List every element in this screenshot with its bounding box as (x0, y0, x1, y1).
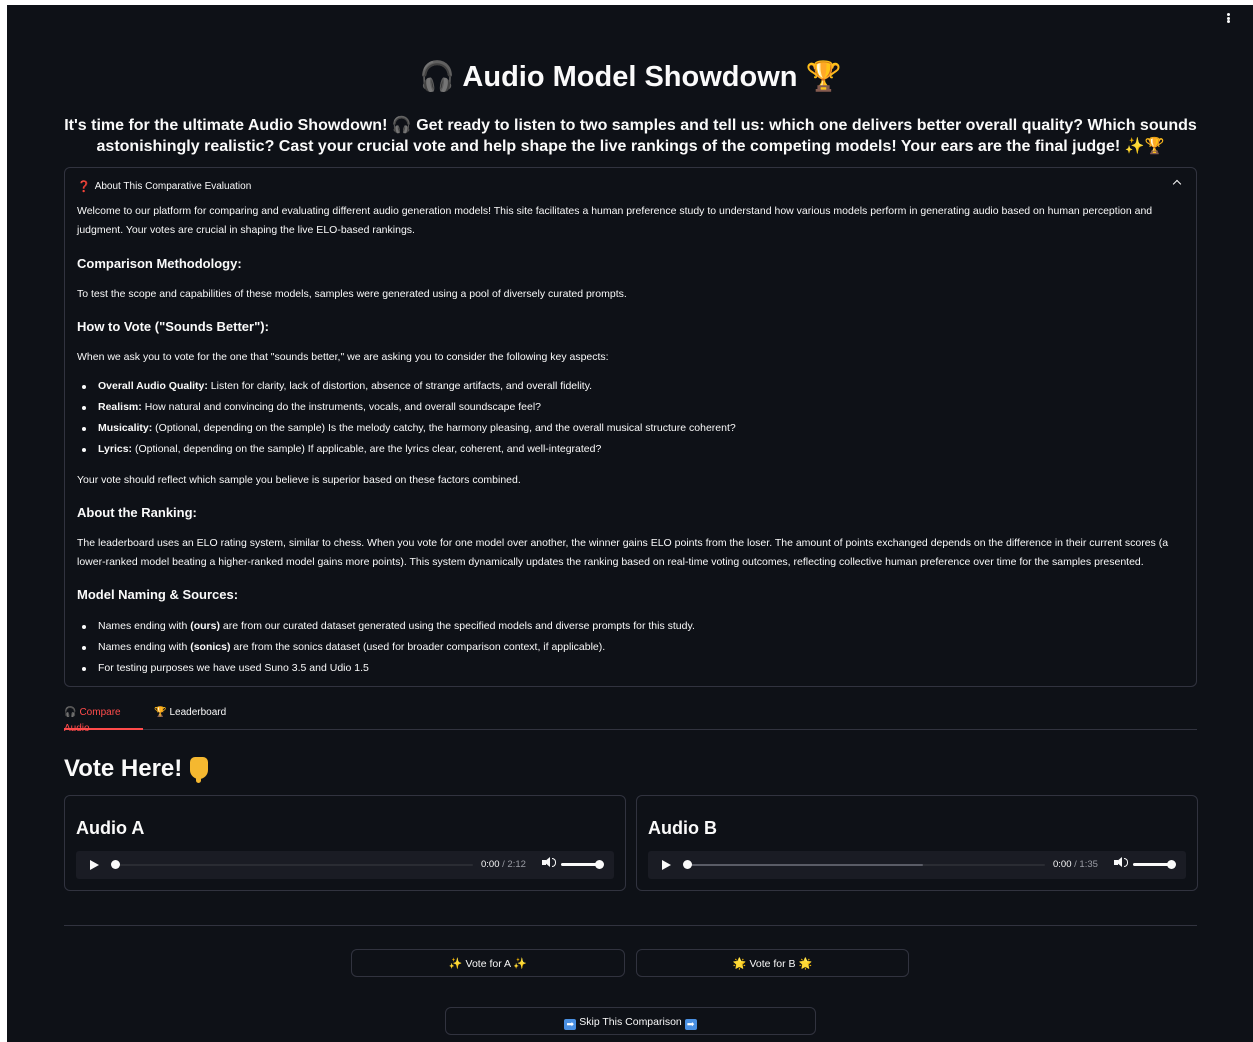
right-arrow-icon: ➡ (684, 1019, 697, 1030)
howto-text: When we ask you to vote for the one that… (77, 351, 609, 363)
naming-list: Names ending with (ours) are from our cu… (77, 616, 1187, 679)
play-icon[interactable] (662, 860, 671, 870)
audio-a-seek-handle[interactable] (111, 860, 120, 869)
tab-leaderboard[interactable]: 🏆 Leaderboard (154, 705, 226, 728)
vote-heading: Vote Here! (64, 753, 209, 785)
audio-b-time: 0:00 / 1:35 (1053, 859, 1098, 870)
methodology-text: To test the scope and capabilities of th… (77, 288, 627, 300)
list-item: Musicality: (Optional, depending on the … (77, 418, 1187, 439)
audio-b-player: 0:00 / 1:35 (648, 851, 1186, 879)
trophy-icon: 🏆 (805, 61, 842, 93)
glowing-star-icon: 🌟 (798, 958, 813, 970)
howto-heading: How to Vote ("Sounds Better"): (77, 319, 269, 334)
audio-a-title: Audio A (76, 818, 145, 838)
list-item: Lyrics: (Optional, depending on the samp… (77, 439, 1187, 460)
list-item: Realism: How natural and convincing do t… (77, 397, 1187, 418)
subtitle-line-2: astonishingly realistic? Cast your cruci… (96, 138, 1165, 155)
vote-reflect-text: Your vote should reflect which sample yo… (77, 474, 521, 486)
about-expander: ❓ About This Comparative Evaluation Welc… (64, 167, 1197, 687)
about-expander-label: About This Comparative Evaluation (94, 180, 252, 192)
tab-label: Leaderboard (169, 707, 227, 718)
play-icon[interactable] (90, 860, 99, 870)
headphones-icon: 🎧 (64, 707, 77, 718)
tab-bar: 🎧 Compare Audio 🏆 Leaderboard (64, 705, 1197, 734)
vote-a-button[interactable]: ✨ Vote for A ✨ (351, 949, 625, 977)
ranking-text: The leaderboard uses an ELO rating syste… (77, 537, 1169, 568)
audio-a-time: 0:00 / 2:12 (481, 859, 526, 870)
audio-b-card: Audio B 0:00 / 1:35 (636, 795, 1198, 891)
audio-a-volume-handle[interactable] (595, 860, 604, 869)
vote-b-label: Vote for B (749, 958, 796, 970)
page-subtitle: It's time for the ultimate Audio Showdow… (64, 115, 1197, 157)
trophy-icon: 🏆 (154, 707, 167, 718)
page-title-text: Audio Model Showdown (462, 61, 798, 93)
volume-icon[interactable] (542, 857, 556, 867)
vote-heading-text: Vote Here! (64, 755, 183, 782)
right-arrow-icon: ➡ (564, 1019, 577, 1030)
subtitle-line-1: It's time for the ultimate Audio Showdow… (64, 117, 1197, 134)
pointing-down-hand-icon (190, 757, 209, 783)
question-icon: ❓ (77, 180, 91, 193)
glowing-star-icon: 🌟 (732, 958, 747, 970)
audio-a-card: Audio A 0:00 / 2:12 (64, 795, 626, 891)
ranking-heading: About the Ranking: (77, 505, 197, 520)
tab-compare-audio[interactable]: 🎧 Compare Audio (64, 705, 143, 734)
skip-label: Skip This Comparison (579, 1016, 682, 1028)
audio-b-seek-track[interactable] (687, 864, 1045, 866)
volume-icon[interactable] (1114, 857, 1128, 867)
audio-b-seek-handle[interactable] (683, 860, 692, 869)
about-expander-header[interactable]: ❓ About This Comparative Evaluation (77, 176, 1184, 196)
audio-a-player: 0:00 / 2:12 (76, 851, 614, 879)
chevron-up-icon[interactable] (1172, 179, 1182, 189)
sparkles-icon: ✨ (448, 958, 463, 970)
audio-b-volume-slider[interactable] (1133, 863, 1171, 866)
main-menu-icon[interactable] (1223, 11, 1233, 25)
about-intro: Welcome to our platform for comparing an… (77, 205, 1153, 236)
list-item: Overall Audio Quality: Listen for clarit… (77, 376, 1187, 397)
list-item: For testing purposes we have used Suno 3… (77, 658, 1187, 679)
audio-b-title: Audio B (648, 818, 717, 838)
vote-a-label: Vote for A (465, 958, 511, 970)
sparkles-icon: ✨ (513, 958, 528, 970)
headphones-icon: 🎧 (419, 61, 456, 93)
aspects-list: Overall Audio Quality: Listen for clarit… (77, 376, 1187, 460)
app-root: 🎧 Audio Model Showdown 🏆 It's time for t… (7, 5, 1253, 1042)
section-divider (64, 925, 1197, 926)
audio-b-volume-handle[interactable] (1167, 860, 1176, 869)
naming-heading: Model Naming & Sources: (77, 587, 239, 602)
audio-a-seek-track[interactable] (115, 864, 473, 866)
page-title: 🎧 Audio Model Showdown 🏆 (64, 57, 1197, 97)
list-item: Names ending with (sonics) are from the … (77, 637, 1187, 658)
audio-a-volume-slider[interactable] (561, 863, 599, 866)
methodology-heading: Comparison Methodology: (77, 256, 242, 271)
skip-comparison-button[interactable]: ➡ Skip This Comparison ➡ (445, 1007, 816, 1035)
vote-b-button[interactable]: 🌟 Vote for B 🌟 (636, 949, 909, 977)
list-item: Names ending with (ours) are from our cu… (77, 616, 1187, 637)
